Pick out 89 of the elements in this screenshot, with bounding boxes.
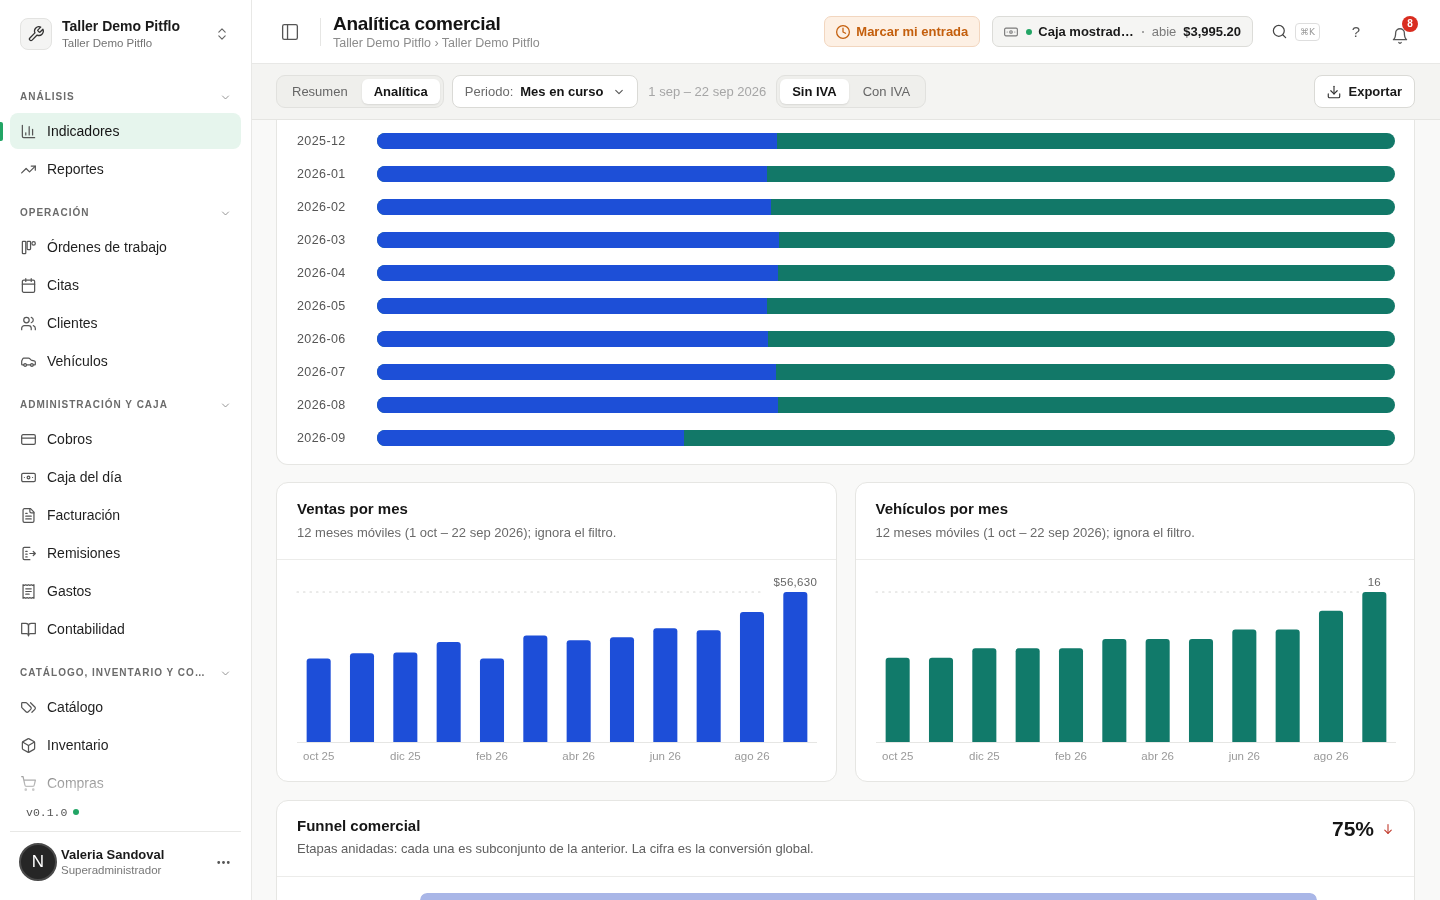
workspace-subtitle: Taller Demo Pitflo [62, 36, 153, 50]
user-role: Superadministrador [61, 862, 162, 878]
search-icon [1272, 24, 1288, 39]
cash-register-button[interactable]: Caja mostrad… abie $3,995.20 [992, 16, 1254, 47]
row-label: 2026-09 [297, 430, 347, 445]
x-axis-label: dic 25 [968, 750, 1000, 762]
nav-item[interactable]: Caja del día [10, 459, 241, 495]
status-dot-icon [73, 809, 80, 815]
version-label: v0.1.0 [26, 805, 68, 819]
nav-item[interactable]: Indicadores [10, 113, 241, 149]
row-label: 2026-04 [297, 265, 347, 280]
credit-card-icon [21, 431, 36, 447]
columns-icon [21, 239, 36, 255]
bar-value-label: $56,630 [773, 576, 818, 588]
card-subtitle: 12 meses móviles (1 oct – 22 sep 2026); ignora el filtro. [297, 524, 617, 542]
nav-item[interactable]: Clientes [10, 305, 241, 341]
row-label: 2026-03 [297, 232, 347, 247]
nav-item[interactable]: Remisiones [10, 535, 241, 571]
row-label: 2026-02 [297, 199, 347, 214]
wrench-icon [20, 18, 52, 50]
nav-item[interactable]: Cobros [10, 421, 241, 457]
open-book-icon [21, 621, 36, 637]
document-arrow-icon [21, 545, 36, 561]
users-icon [21, 315, 36, 331]
nav-item[interactable]: Contabilidad [10, 611, 241, 647]
view-tab[interactable]: Analítica [361, 79, 440, 104]
breadcrumb: Taller Demo Pitflo › Taller Demo Pitflo [333, 34, 540, 51]
user-name: Valeria Sandoval [61, 846, 165, 863]
bell-icon [1392, 28, 1408, 44]
export-button[interactable]: Exportar [1313, 75, 1415, 108]
card-title: Ventas por mes [297, 499, 408, 519]
x-axis-label: oct 25 [881, 750, 913, 762]
row-label: 2026-06 [297, 331, 347, 346]
section-header[interactable]: CATÁLOGO, INVENTARIO Y CO… [20, 661, 231, 685]
x-axis-label: abr 26 [1140, 750, 1174, 762]
document-icon [21, 507, 36, 523]
notifications-button[interactable]: 8 [1388, 15, 1418, 48]
chevrons-up-down-icon[interactable] [215, 27, 229, 41]
x-axis-label: jun 26 [649, 750, 681, 762]
nav-item[interactable]: Reportes [10, 151, 241, 187]
calendar-icon [21, 277, 36, 293]
nav-item[interactable]: Vehículos [10, 343, 241, 379]
tags-icon [21, 699, 36, 715]
cube-icon [21, 737, 36, 753]
card-title: Funnel comercial [297, 816, 421, 836]
nav-item[interactable]: Facturación [10, 497, 241, 533]
row-label: 2026-08 [297, 397, 347, 412]
nav-item[interactable]: Catálogo [10, 689, 241, 725]
nav-item[interactable]: Inventario [10, 727, 241, 763]
x-axis-label: ago 26 [734, 750, 770, 762]
workspace-name: Taller Demo Pitflo [62, 18, 180, 35]
bar-value-label: 16 [1367, 576, 1381, 588]
x-axis-label: feb 26 [1054, 750, 1087, 762]
help-button[interactable]: ? [1344, 16, 1368, 47]
date-range-label: 1 sep – 22 sep 2026 [648, 84, 767, 99]
section-header[interactable]: ANÁLISIS [20, 85, 231, 109]
row-label: 2026-01 [297, 166, 347, 181]
tax-tab[interactable]: Con IVA [850, 79, 923, 104]
row-label: 2026-05 [297, 298, 347, 313]
nav-item[interactable]: Gastos [10, 573, 241, 609]
row-label: 2026-07 [297, 364, 347, 379]
section-header[interactable]: OPERACIÓN [20, 201, 231, 225]
x-axis-label: abr 26 [562, 750, 595, 762]
x-axis-label: ago 26 [1312, 750, 1349, 762]
panel-left-icon[interactable] [281, 22, 299, 41]
x-axis-label: oct 25 [303, 750, 335, 762]
clock-in-button[interactable]: Marcar mi entrada [824, 16, 981, 47]
page-title: Analítica comercial [333, 12, 501, 35]
row-label: 2025-12 [297, 133, 347, 148]
period-dropdown[interactable]: Periodo: Mes en curso [451, 75, 639, 108]
tax-tab[interactable]: Sin IVA [780, 79, 849, 104]
card-subtitle: Etapas anidadas: cada una es subconjunto de la anterior. La cifra es la conversión global. [297, 840, 814, 858]
x-axis-label: dic 25 [390, 750, 421, 762]
x-axis-label: jun 26 [1228, 750, 1260, 762]
nav-item[interactable]: Órdenes de trabajo [10, 229, 241, 265]
user-avatar: N [19, 843, 57, 881]
section-header[interactable]: ADMINISTRACIÓN Y CAJA [20, 393, 231, 417]
clock-icon [836, 24, 851, 39]
nav-item[interactable]: Citas [10, 267, 241, 303]
x-axis-label: feb 26 [476, 750, 508, 762]
cart-icon [21, 775, 36, 791]
receipt-icon [21, 583, 36, 599]
bar-chart-icon [21, 123, 36, 139]
notification-badge: 8 [1402, 15, 1418, 32]
download-icon [1326, 84, 1341, 99]
card-title: Vehículos por mes [875, 499, 1009, 519]
conversion-value: 75% [1331, 816, 1374, 841]
card-subtitle: 12 meses móviles (1 oct – 22 sep 2026); ignora el filtro. [875, 524, 1195, 542]
view-tab[interactable]: Resumen [280, 79, 360, 104]
